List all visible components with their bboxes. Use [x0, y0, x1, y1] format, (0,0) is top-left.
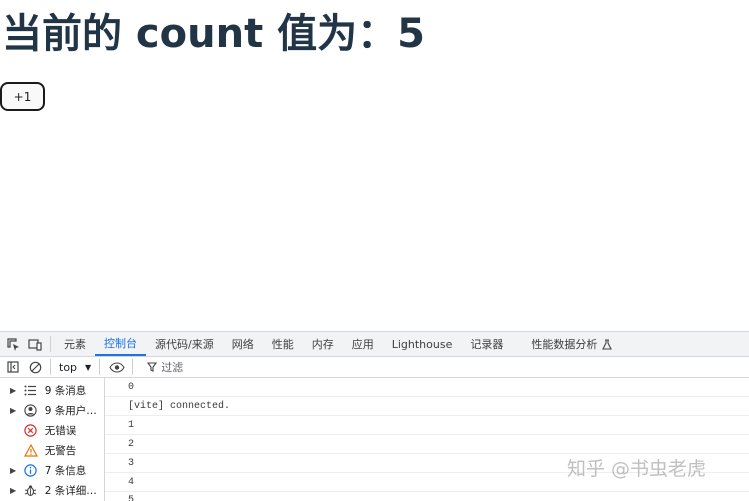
tab-sources[interactable]: 源代码/来源 — [146, 332, 223, 356]
devtools-tabbar: 元素 控制台 源代码/来源 网络 性能 内存 应用 Lighthouse 记录器… — [0, 332, 749, 357]
user-icon — [23, 402, 39, 418]
sidebar-item-label: 9 条用户消息 — [44, 404, 104, 417]
expand-triangle-icon: ▶ — [10, 465, 17, 475]
log-text: 3 — [128, 457, 135, 469]
filter-icon — [147, 362, 158, 372]
sidebar-item-messages[interactable]: ▶ 9 条消息 — [0, 380, 104, 400]
device-toolbar-icon[interactable] — [28, 337, 42, 351]
sidebar-item-verbose[interactable]: ▶ 2 条详细消息 — [0, 480, 104, 500]
expand-triangle-icon: ▶ — [10, 405, 17, 415]
console-toolbar: top ▼ 过滤 — [0, 357, 749, 378]
tabbar-separator — [50, 336, 51, 352]
sidebar-item-info[interactable]: ▶ 7 条信息 — [0, 460, 104, 480]
sidebar-item-user-messages[interactable]: ▶ 9 条用户消息 — [0, 400, 104, 420]
tab-lighthouse[interactable]: Lighthouse — [383, 332, 462, 356]
log-row: [vite] connected. — [105, 397, 749, 416]
console-sidebar: ▶ 9 条消息 ▶ 9 条用户消息 无错误 无警告 ▶ 7 条信息 ▶ 2 条详… — [0, 378, 105, 501]
increment-button[interactable]: +1 — [0, 82, 45, 111]
filter-placeholder: 过滤 — [161, 361, 184, 374]
eye-icon[interactable] — [108, 360, 126, 374]
tab-network[interactable]: 网络 — [223, 332, 263, 356]
context-selector[interactable]: top ▼ — [59, 361, 91, 374]
flask-icon — [602, 338, 613, 350]
log-text: 1 — [128, 419, 135, 431]
sidebar-item-warnings[interactable]: 无警告 — [0, 440, 104, 460]
clear-console-icon[interactable] — [28, 360, 42, 374]
tab-recorder[interactable]: 记录器 — [461, 332, 512, 356]
sidebar-item-label: 2 条详细消息 — [44, 484, 104, 497]
sidebar-item-label: 无警告 — [44, 444, 77, 457]
tab-console[interactable]: 控制台 — [95, 332, 146, 356]
log-row: 0 — [105, 378, 749, 397]
tab-memory[interactable]: 内存 — [303, 332, 343, 356]
expand-triangle-icon: ▶ — [10, 485, 17, 495]
log-row: 2 — [105, 435, 749, 454]
expand-triangle-icon: ▶ — [10, 385, 17, 395]
sidebar-item-label: 无错误 — [44, 424, 77, 437]
list-icon — [23, 382, 39, 398]
toolbar-separator — [99, 359, 101, 375]
log-text: 0 — [128, 381, 135, 393]
log-text: 4 — [128, 476, 135, 488]
tab-application[interactable]: 应用 — [343, 332, 383, 356]
log-text: 2 — [128, 438, 135, 450]
app-page: 当前的 count 值为：5 +1 — [0, 0, 749, 331]
tab-performance-insights-label: 性能数据分析 — [531, 338, 598, 351]
log-row: 4 — [105, 473, 749, 492]
toolbar-separator — [132, 359, 134, 375]
console-output: 0 [vite] connected. 1 2 3 4 5 — [105, 378, 749, 501]
log-text: 5 — [128, 495, 135, 501]
log-row: 3 — [105, 454, 749, 473]
info-icon — [23, 462, 39, 478]
filter-input[interactable]: 过滤 — [143, 359, 187, 375]
sidebar-item-errors[interactable]: 无错误 — [0, 420, 104, 440]
warning-icon — [23, 442, 39, 458]
devtools-panel: 元素 控制台 源代码/来源 网络 性能 内存 应用 Lighthouse 记录器… — [0, 331, 749, 501]
tab-performance-insights[interactable]: 性能数据分析 — [522, 332, 621, 356]
log-row: 1 — [105, 416, 749, 435]
chevron-down-icon: ▼ — [85, 362, 92, 372]
bug-icon — [23, 482, 39, 498]
count-heading: 当前的 count 值为：5 — [2, 11, 425, 57]
context-value: top — [59, 360, 78, 374]
sidebar-item-label: 9 条消息 — [44, 384, 87, 397]
toolbar-separator — [50, 359, 51, 375]
log-text: [vite] connected. — [128, 400, 231, 412]
tab-elements[interactable]: 元素 — [55, 332, 95, 356]
inspect-element-icon[interactable] — [6, 337, 20, 351]
error-icon — [23, 422, 39, 438]
tab-performance[interactable]: 性能 — [263, 332, 303, 356]
sidebar-item-label: 7 条信息 — [44, 464, 87, 477]
sidebar-toggle-icon[interactable] — [6, 360, 20, 374]
